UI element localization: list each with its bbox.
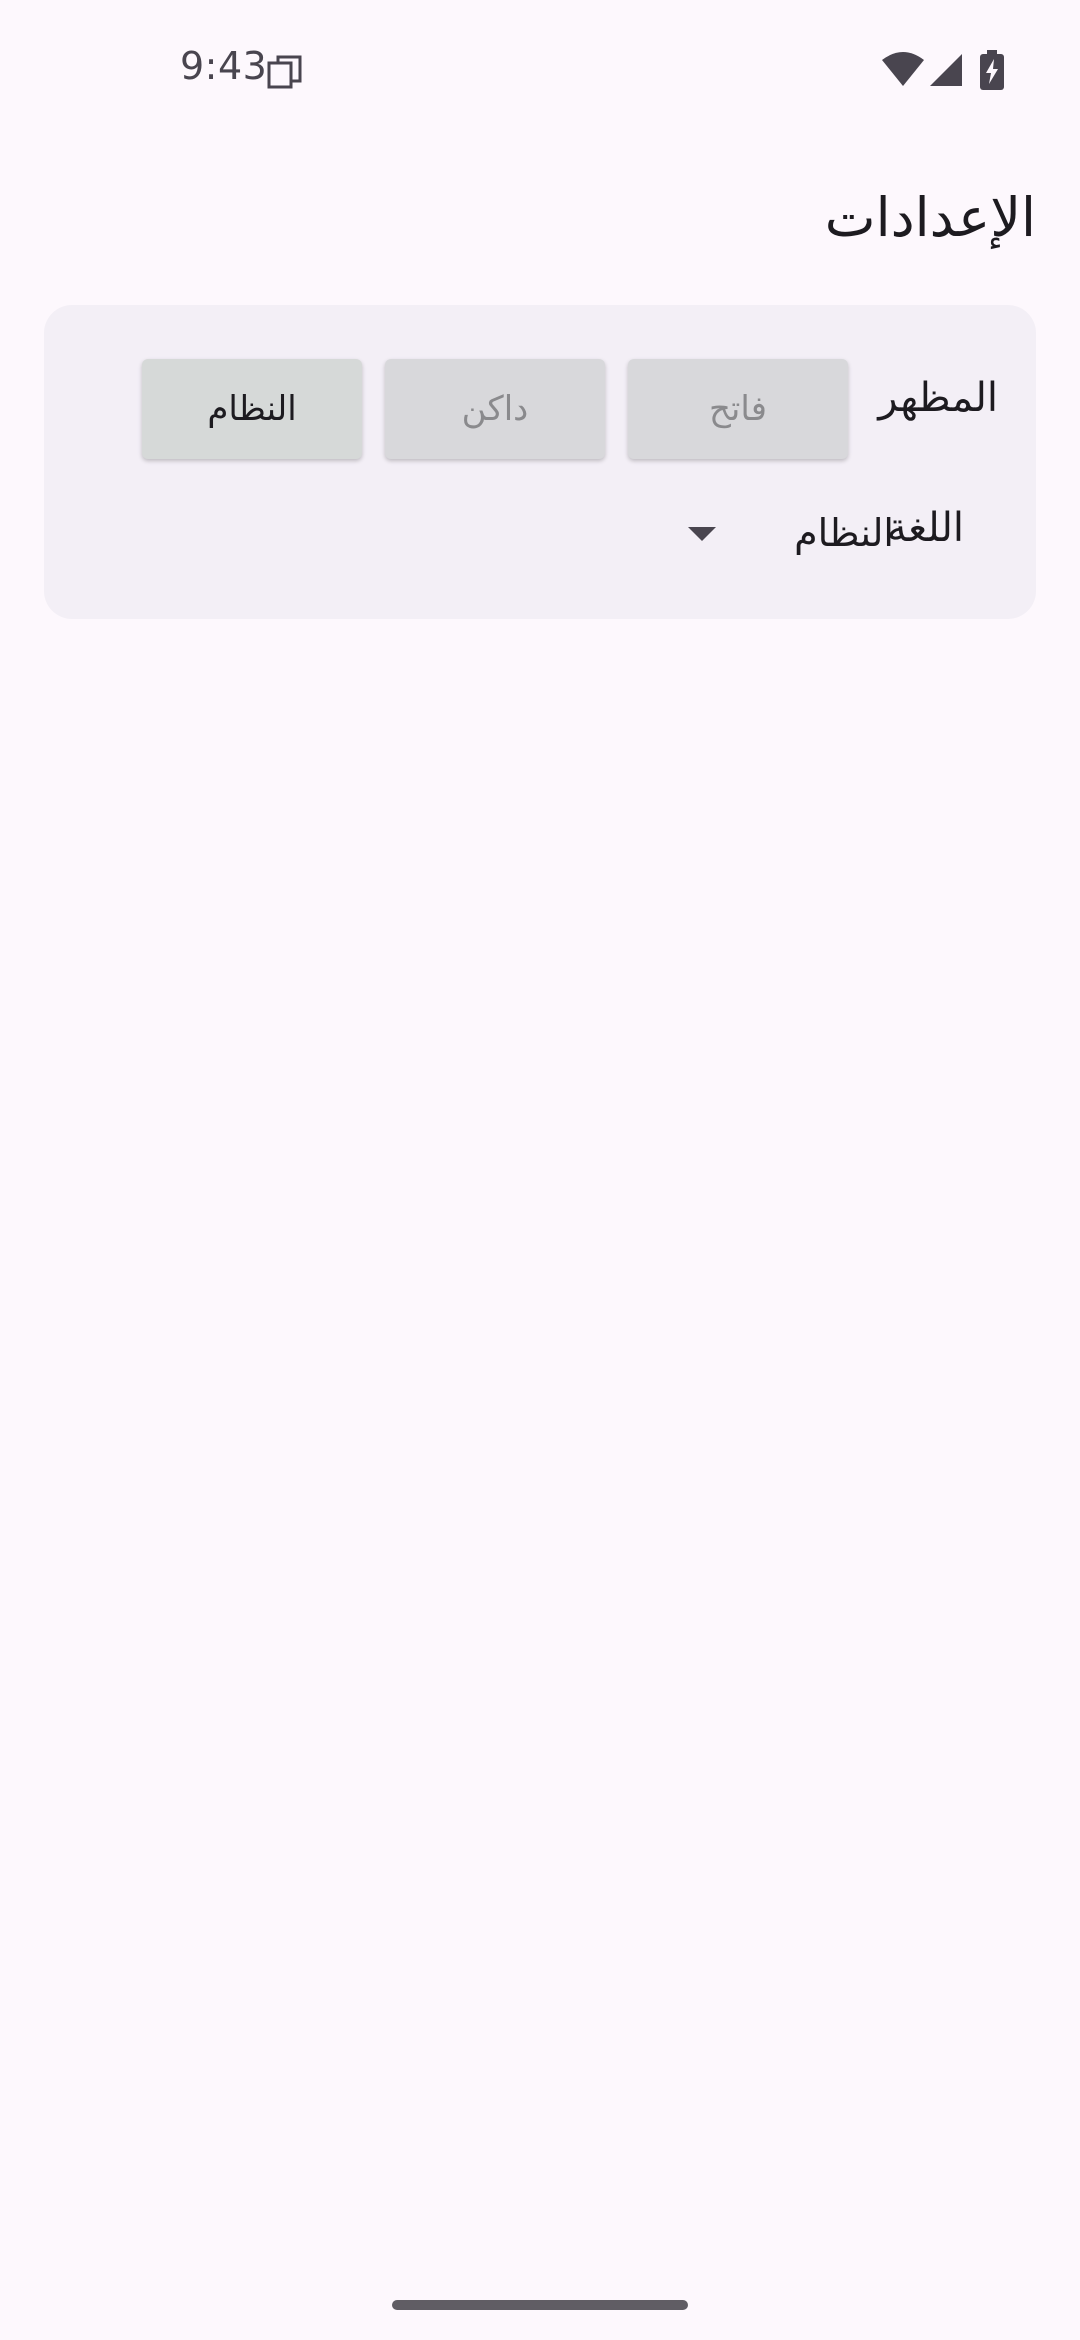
settings-screen: 9:43 الإعدادات المظهر فاتح داكن النظام ا… xyxy=(0,0,1080,2340)
appearance-label: المظهر xyxy=(878,375,998,421)
theme-dark-button[interactable]: داكن xyxy=(385,359,605,459)
language-value: النظام xyxy=(794,511,894,555)
status-bar: 9:43 xyxy=(0,0,1080,140)
wifi-icon xyxy=(882,52,924,86)
theme-light-button[interactable]: فاتح xyxy=(628,359,848,459)
signal-icon xyxy=(930,54,962,86)
settings-card: المظهر فاتح داكن النظام اللغة النظام xyxy=(44,305,1036,619)
copy-icon xyxy=(267,55,302,89)
home-indicator[interactable] xyxy=(392,2300,688,2310)
page-title: الإعدادات xyxy=(824,186,1036,249)
dropdown-arrow-icon xyxy=(688,527,716,541)
language-label: اللغة xyxy=(886,505,964,551)
language-dropdown[interactable]: النظام xyxy=(634,493,894,573)
battery-charging-icon xyxy=(980,50,1004,90)
theme-system-button[interactable]: النظام xyxy=(142,359,362,459)
status-time: 9:43 xyxy=(180,44,268,88)
